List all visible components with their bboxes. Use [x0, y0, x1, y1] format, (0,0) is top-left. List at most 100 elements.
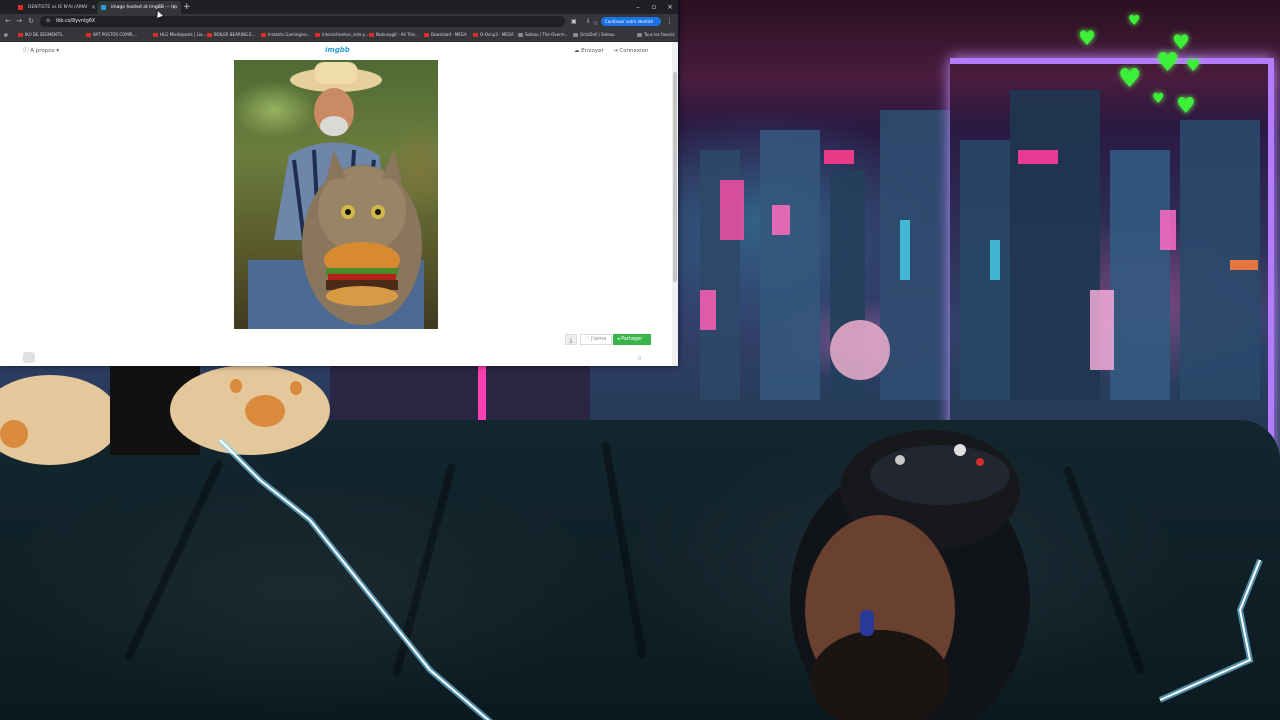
- forward-button[interactable]: →: [14, 16, 24, 27]
- url-text: ibb.co/8yvntg6X: [56, 19, 96, 24]
- imgbb-page: ⓘ À propos ▾ imgbb ☁ Envoyer ⇥ Connexion: [0, 42, 672, 366]
- bookmark-label: Interactivehon_sets-y...: [322, 32, 369, 37]
- login-icon: ⇥: [613, 48, 618, 54]
- browser-window: DENTISTE vs IE N'AI (AMAI × image hosted…: [0, 0, 678, 366]
- like-button[interactable]: ♡ J'aime: [580, 334, 612, 345]
- bookmark-item[interactable]: O-Ocnp3 - MEGA: [473, 29, 514, 41]
- cowboy-cat-burger-picture: [248, 62, 424, 329]
- bookmark-favicon: [207, 33, 212, 37]
- scrollbar-thumb[interactable]: [673, 72, 677, 282]
- bookmark-item[interactable]: Download - MEGA: [424, 29, 467, 41]
- bookmark-item[interactable]: HLG Mixdepants | Lia...: [153, 29, 206, 41]
- profile-sync-button[interactable]: Continuer votre identité: [601, 17, 661, 26]
- reload-button[interactable]: ↻: [26, 16, 36, 27]
- share-button[interactable]: ◂ Partager: [613, 334, 651, 345]
- about-label: À propos: [30, 48, 55, 54]
- share-icon: ◂: [617, 336, 620, 342]
- bookmark-favicon: [153, 33, 158, 37]
- folder-icon: [637, 33, 642, 37]
- bookmark-item[interactable]: OctoDoll | Soleau: [573, 29, 615, 41]
- bookmark-label: BOILER BEARING E...: [214, 32, 256, 37]
- extensions-icon[interactable]: ▣: [571, 16, 577, 27]
- bookmark-favicon: [473, 33, 478, 37]
- heart-icon: ♥: [1118, 64, 1142, 94]
- bookmark-item[interactable]: Nubunygit - All This...: [369, 29, 419, 41]
- heart-icon: ♥: [1152, 91, 1165, 107]
- bookmark-item[interactable]: WIT POSTOS COMPL...: [86, 29, 137, 41]
- bookmark-label: O-Ocnp3 - MEGA: [480, 32, 514, 37]
- bookmark-label: Download - MEGA: [431, 32, 467, 37]
- streamer-webcam: [790, 430, 1030, 720]
- bookmark-favicon: [573, 33, 578, 37]
- upload-label: Envoyer: [581, 48, 604, 54]
- close-icon[interactable]: ×: [91, 1, 96, 14]
- browser-toolbar: ← → ↻ ⚙ ibb.co/8yvntg6X ☆ ▣ ⇩ Continuer …: [0, 14, 678, 29]
- window-close-button[interactable]: ×: [662, 0, 678, 14]
- bookmark-favicon: [518, 33, 523, 37]
- login-label: Connexion: [619, 48, 649, 54]
- heart-icon: ♥: [1172, 30, 1190, 54]
- heart-icon: ♥: [1176, 94, 1196, 119]
- downloads-icon[interactable]: ⇩: [586, 16, 591, 27]
- about-menu[interactable]: ⓘ À propos ▾: [23, 47, 59, 55]
- info-icon: ⓘ: [23, 48, 29, 54]
- bookmark-item[interactable]: Instants Gamingcor...: [261, 29, 311, 41]
- bookmark-label: OctoDoll | Soleau: [580, 32, 615, 37]
- bookmark-item[interactable]: BOILER BEARING E...: [207, 29, 255, 41]
- bookmark-label: Instants Gamingcor...: [268, 32, 311, 37]
- bookmark-favicon: [369, 33, 374, 37]
- tab-youtube[interactable]: DENTISTE vs IE N'AI (AMAI ×: [14, 1, 100, 14]
- bookmark-item[interactable]: IKU DE SEGMENTS...: [18, 29, 66, 41]
- heart-icon: ♥: [1186, 56, 1201, 75]
- bookmark-item[interactable]: Interactivehon_sets-y...: [315, 29, 368, 41]
- bookmark-item[interactable]: Soleau | The Overm...: [518, 29, 568, 41]
- lightning-effect: [217, 437, 493, 720]
- chevron-down-icon: ▾: [56, 48, 60, 54]
- close-icon[interactable]: ×: [172, 1, 177, 14]
- bookmark-favicon: [18, 33, 23, 37]
- back-button[interactable]: ←: [3, 16, 13, 27]
- tab-imgbb[interactable]: image hosted at ImgBB — Im ×: [97, 1, 181, 14]
- bookmark-favicon: [315, 33, 320, 37]
- share-label: Partager: [621, 336, 643, 342]
- bookmark-item-all[interactable]: Tous les favoris: [637, 29, 675, 41]
- download-icon: ⤓: [569, 337, 573, 344]
- bookmark-label: IKU DE SEGMENTS...: [25, 32, 66, 37]
- bookmark-favicon: [261, 33, 266, 37]
- tab-label: DENTISTE vs IE N'AI (AMAI: [28, 5, 88, 10]
- new-tab-button[interactable]: +: [183, 0, 191, 14]
- upload-button[interactable]: ☁ Envoyer: [574, 47, 604, 55]
- login-button[interactable]: ⇥ Connexion: [613, 47, 648, 55]
- imgbb-logo[interactable]: imgbb: [325, 46, 350, 54]
- hosted-image[interactable]: [234, 60, 438, 329]
- imgbb-icon: [101, 5, 106, 10]
- bookmark-label: Nubunygit - All This...: [376, 32, 419, 37]
- heart-outline-icon: ♡: [585, 336, 590, 342]
- page-scrollbar[interactable]: [672, 42, 678, 366]
- apps-icon[interactable]: ▦: [4, 29, 8, 41]
- bookmark-star-icon[interactable]: ☆: [593, 18, 598, 29]
- bookmark-favicon: [424, 33, 429, 37]
- bookmark-favicon: [86, 33, 91, 37]
- tab-bar: DENTISTE vs IE N'AI (AMAI × image hosted…: [0, 0, 678, 14]
- bookmark-label: Tous les favoris: [644, 32, 675, 37]
- corner-widget-icon[interactable]: [23, 352, 35, 363]
- tab-label: image hosted at ImgBB — Im: [111, 5, 177, 10]
- lightning-effect: [1158, 558, 1263, 703]
- maximize-button[interactable]: ▫: [646, 0, 662, 14]
- site-info-icon[interactable]: ⚙: [46, 16, 50, 27]
- views-count: 0: [638, 356, 642, 362]
- heart-icon: ♥: [1128, 13, 1141, 29]
- heart-icon: ♥: [1078, 26, 1096, 50]
- address-bar[interactable]: ⚙ ibb.co/8yvntg6X ☆: [40, 16, 598, 27]
- menu-icon[interactable]: ⋮: [666, 16, 673, 27]
- download-button[interactable]: ⤓: [565, 334, 577, 345]
- bookmark-label: HLG Mixdepants | Lia...: [160, 32, 207, 37]
- cloud-upload-icon: ☁: [574, 48, 580, 54]
- like-label: J'aime: [591, 336, 607, 342]
- minimize-button[interactable]: –: [630, 0, 646, 14]
- bookmark-label: Soleau | The Overm...: [525, 32, 569, 37]
- youtube-icon: [18, 5, 23, 10]
- bookmark-label: WIT POSTOS COMPL...: [93, 32, 138, 37]
- bookmarks-bar: ▦ IKU DE SEGMENTS... WIT POSTOS COMPL...…: [0, 29, 678, 42]
